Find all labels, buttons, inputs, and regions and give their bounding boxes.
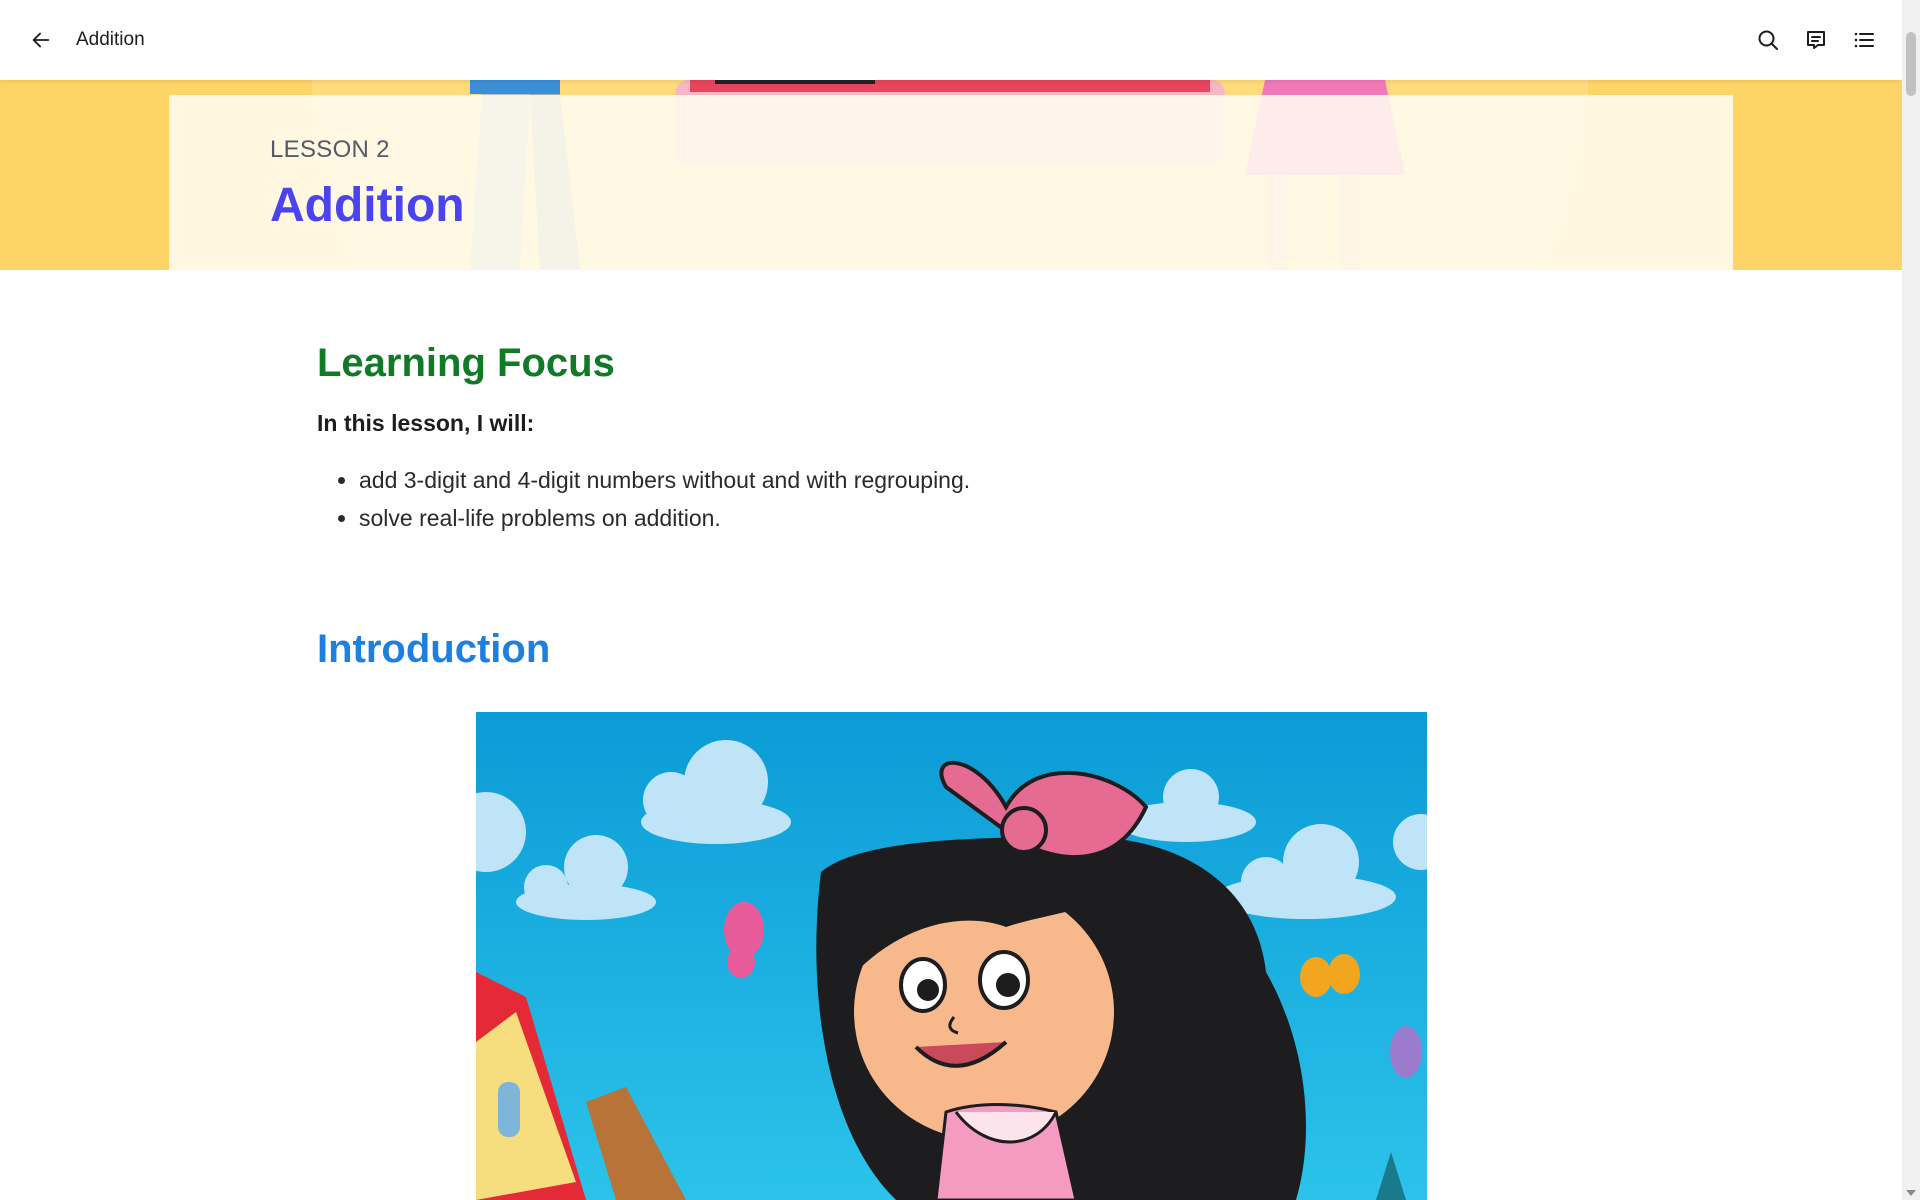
lesson-number: LESSON 2 [270,136,390,163]
arrow-left-icon [32,32,50,48]
page-scrollbar[interactable] [1902,0,1920,1200]
lesson-hero-banner [0,80,1902,270]
table-of-contents-icon [1854,32,1874,48]
learning-focus-heading: Learning Focus [317,341,615,385]
search-icon [1758,30,1778,50]
topbar-actions [1748,20,1884,60]
list-item: solve real-life problems on addition. [359,499,1517,537]
learning-focus-lead: In this lesson, I will: [317,410,535,436]
table-of-contents-button[interactable] [1844,20,1884,60]
top-app-bar: Addition [0,0,1902,80]
topbar-title: Addition [76,29,145,50]
scroll-down-arrow-icon[interactable] [1906,1190,1916,1196]
notes-button[interactable] [1796,20,1836,60]
lesson-title: Addition [270,179,465,232]
list-item: add 3-digit and 4-digit numbers without … [359,461,1517,499]
notes-icon [1807,31,1825,49]
learning-focus-list: add 3-digit and 4-digit numbers without … [317,461,1517,537]
scrollbar-thumb[interactable] [1906,32,1916,96]
cartoon-girl-illustration [476,712,1427,1200]
back-button[interactable] [21,20,61,60]
introduction-image [476,712,1427,1200]
introduction-heading: Introduction [317,627,551,671]
lesson-content: Learning Focus In this lesson, I will: a… [317,270,1517,672]
search-button[interactable] [1748,20,1788,60]
